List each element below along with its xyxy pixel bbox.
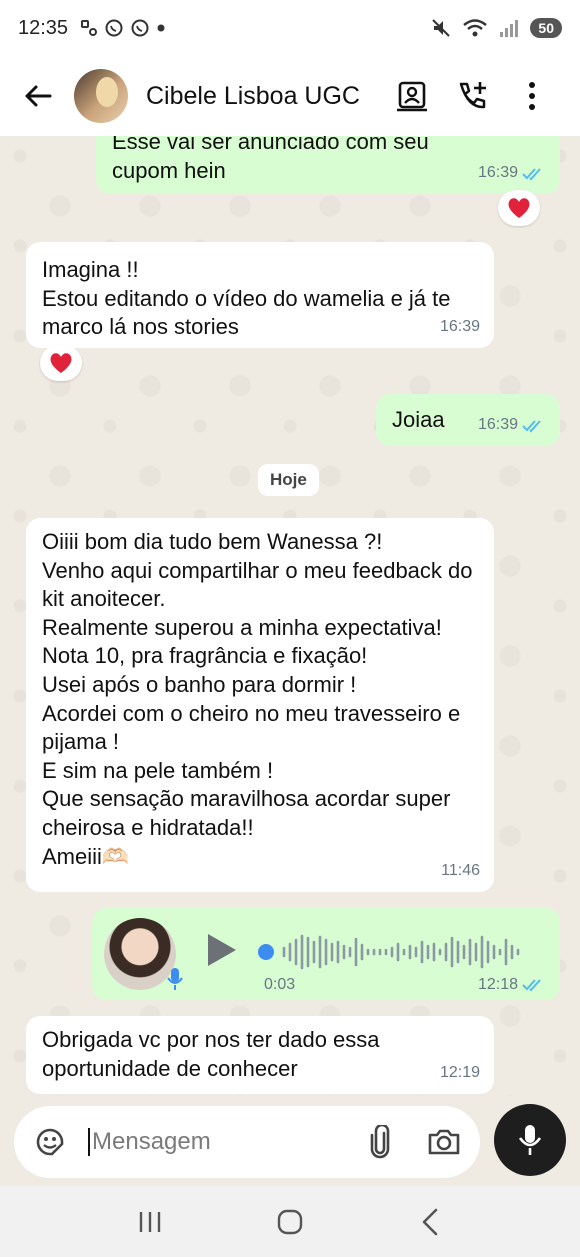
sticker-icon bbox=[36, 1128, 64, 1156]
signal-icon bbox=[500, 20, 519, 37]
message-time: 11:46 bbox=[441, 862, 480, 880]
play-icon bbox=[208, 934, 236, 966]
message-time: 16:39 bbox=[477, 164, 518, 182]
battery-indicator: 50 bbox=[530, 18, 562, 38]
message-time: 16:39 bbox=[439, 318, 480, 336]
message-text: Oiiii bom dia tudo bem Wanessa ?! Venho … bbox=[42, 529, 473, 869]
notification-icon bbox=[81, 20, 98, 36]
voice-duration: 0:03 bbox=[264, 976, 296, 993]
back-icon bbox=[422, 1208, 438, 1235]
read-ticks-icon bbox=[522, 168, 541, 181]
dot-icon bbox=[157, 24, 165, 32]
back-arrow-icon bbox=[25, 85, 52, 107]
more-options-button[interactable] bbox=[510, 74, 554, 118]
system-navigation-bar bbox=[0, 1186, 580, 1257]
heart-icon bbox=[50, 353, 72, 373]
recents-button[interactable] bbox=[125, 1197, 175, 1247]
record-voice-button[interactable] bbox=[494, 1104, 566, 1176]
status-time: 12:35 bbox=[18, 16, 69, 39]
back-button[interactable] bbox=[18, 76, 58, 116]
message-composer: Mensagem bbox=[14, 1106, 480, 1178]
message-bubble-incoming[interactable]: Obrigada vc por nos ter dado essa oportu… bbox=[26, 1016, 494, 1094]
playback-position-handle[interactable] bbox=[258, 944, 274, 960]
date-separator: Hoje bbox=[258, 464, 319, 496]
chat-header: Cibele Lisboa UGC bbox=[0, 56, 580, 136]
voice-waveform[interactable] bbox=[280, 934, 530, 970]
play-button[interactable] bbox=[204, 932, 238, 973]
chat-area[interactable]: Esse vai ser anunciado com seu cupom hei… bbox=[0, 136, 580, 1096]
contact-card-icon bbox=[397, 81, 427, 112]
camera-button[interactable] bbox=[424, 1122, 464, 1162]
add-call-icon bbox=[459, 82, 486, 109]
system-back-button[interactable] bbox=[405, 1197, 455, 1247]
read-ticks-icon bbox=[522, 420, 541, 433]
message-text: Esse vai ser anunciado com seu cupom hei… bbox=[112, 136, 429, 183]
message-time: 16:39 bbox=[477, 416, 518, 434]
recents-icon bbox=[139, 1211, 161, 1232]
message-text: Joiaa bbox=[392, 407, 445, 432]
voice-message[interactable]: 0:03 12:18 bbox=[92, 908, 560, 1000]
heart-icon bbox=[508, 198, 530, 218]
message-text: Obrigada vc por nos ter dado essa oportu… bbox=[42, 1027, 380, 1081]
wifi-icon bbox=[463, 19, 488, 37]
read-ticks-icon bbox=[522, 979, 541, 992]
add-call-button[interactable] bbox=[450, 74, 494, 118]
message-input[interactable]: Mensagem bbox=[88, 1128, 211, 1156]
more-vert-icon bbox=[529, 82, 535, 110]
mic-icon bbox=[518, 1125, 542, 1155]
contact-avatar[interactable] bbox=[74, 69, 128, 123]
attach-icon bbox=[370, 1125, 390, 1159]
contact-card-button[interactable] bbox=[390, 74, 434, 118]
message-bubble-incoming[interactable]: Imagina !! Estou editando o vídeo do wam… bbox=[26, 242, 494, 348]
voice-mic-icon bbox=[164, 966, 186, 992]
whatsapp-notif-icon-2 bbox=[131, 19, 149, 37]
home-icon bbox=[277, 1209, 303, 1234]
sticker-button[interactable] bbox=[30, 1122, 70, 1162]
contact-name[interactable]: Cibele Lisboa UGC bbox=[146, 82, 360, 111]
attach-button[interactable] bbox=[360, 1122, 400, 1162]
status-bar: 12:35 50 bbox=[0, 0, 580, 56]
message-bubble-outgoing[interactable]: Joiaa 16:39 bbox=[376, 394, 560, 446]
whatsapp-notif-icon bbox=[105, 19, 123, 37]
mute-icon bbox=[432, 19, 451, 37]
message-text: Imagina !! Estou editando o vídeo do wam… bbox=[42, 257, 451, 340]
message-time: 12:19 bbox=[439, 1064, 480, 1082]
message-bubble-outgoing[interactable]: Esse vai ser anunciado com seu cupom hei… bbox=[96, 136, 560, 194]
message-time: 12:18 bbox=[477, 976, 518, 993]
message-bubble-incoming[interactable]: Oiiii bom dia tudo bem Wanessa ?! Venho … bbox=[26, 518, 494, 892]
message-reaction[interactable] bbox=[40, 345, 82, 381]
camera-icon bbox=[428, 1129, 460, 1155]
message-reaction[interactable] bbox=[498, 190, 540, 226]
home-button[interactable] bbox=[265, 1197, 315, 1247]
